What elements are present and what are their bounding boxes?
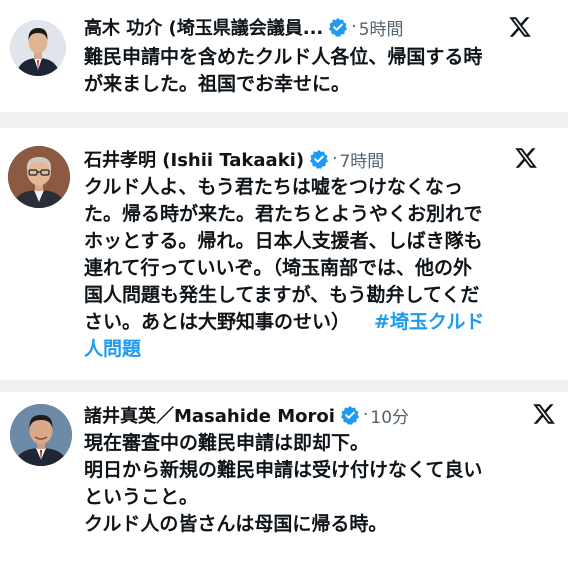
tweet-line-text: さい。あとは大野知事のせい） — [84, 311, 351, 333]
tweet-header: 石井孝明 (Ishii Takaaki) · 7時間 — [84, 146, 384, 172]
tweet-line: 現在審査中の難民申請は即却下。 — [84, 432, 370, 454]
avatar[interactable] — [10, 20, 66, 76]
x-logo-icon[interactable] — [532, 402, 556, 426]
hashtag-link[interactable]: 人問題 — [84, 336, 484, 363]
politician-avatar-icon — [10, 20, 66, 76]
tweet-text: 難民申請中を含めたクルド人各位、帰国する時 が来ました。祖国でお幸せに。 — [84, 44, 482, 98]
author-name[interactable]: 高木 功介 (埼玉県議会議員... — [84, 14, 323, 40]
x-logo-icon[interactable] — [508, 15, 532, 39]
journalist-avatar-icon — [8, 146, 70, 208]
dot-separator: · — [351, 17, 357, 37]
tweet-line: 明日から新規の難民申請は受け付けなくて良い — [84, 459, 483, 481]
verified-badge-icon — [340, 405, 360, 425]
avatar[interactable] — [10, 404, 72, 466]
hashtag-link[interactable]: #埼玉クルド — [374, 311, 484, 333]
politician-avatar-icon — [10, 404, 72, 466]
tweet-line: ということ。 — [84, 486, 199, 508]
tweet-line: が来ました。祖国でお幸せに。 — [84, 73, 351, 95]
divider — [0, 112, 568, 128]
divider — [0, 380, 568, 392]
tweet-line: 連れて行っていいぞ。（埼玉南部では、他の外 — [84, 257, 472, 279]
tweet-line: クルド人よ、もう君たちは嘘をつけなくなっ — [84, 176, 463, 198]
tweet-line: た。帰る時が来た。君たちとようやくお別れで — [84, 203, 483, 225]
tweet-line: 国人問題も発生してますが、もう勘弁してくだ — [84, 284, 480, 306]
tweet-line: クルド人の皆さんは母国に帰る時。 — [84, 513, 388, 535]
dot-separator: · — [362, 405, 369, 425]
verified-badge-icon — [329, 17, 348, 37]
tweet-line: さい。あとは大野知事のせい） #埼玉クルド — [84, 309, 484, 336]
tweet-header: 高木 功介 (埼玉県議会議員... · 5時間 — [84, 14, 404, 40]
timestamp[interactable]: 10分 — [370, 403, 409, 428]
timestamp[interactable]: 5時間 — [359, 15, 404, 40]
timestamp[interactable]: 7時間 — [339, 147, 384, 172]
dot-separator: · — [332, 149, 338, 169]
x-logo-icon[interactable] — [514, 146, 538, 170]
tweet-line: ホッとする。帰れ。日本人支援者、しばき隊も — [84, 230, 483, 252]
author-name[interactable]: 石井孝明 (Ishii Takaaki) — [84, 146, 304, 172]
verified-badge-icon — [309, 149, 329, 169]
author-name[interactable]: 諸井真英／Masahide Moroi — [84, 402, 335, 428]
tweet-text: クルド人よ、もう君たちは嘘をつけなくなっ た。帰る時が来た。君たちとようやくお別… — [84, 174, 484, 363]
tweet-header: 諸井真英／Masahide Moroi · 10分 — [84, 402, 409, 428]
avatar[interactable] — [8, 146, 70, 208]
tweet-line: 難民申請中を含めたクルド人各位、帰国する時 — [84, 46, 483, 68]
tweet-text: 現在審査中の難民申請は即却下。 明日から新規の難民申請は受け付けなくて良い とい… — [84, 430, 482, 538]
tweet-card[interactable]: 高木 功介 (埼玉県議会議員... · 5時間 難民申請中を含めたクルド人各位、… — [0, 0, 568, 114]
